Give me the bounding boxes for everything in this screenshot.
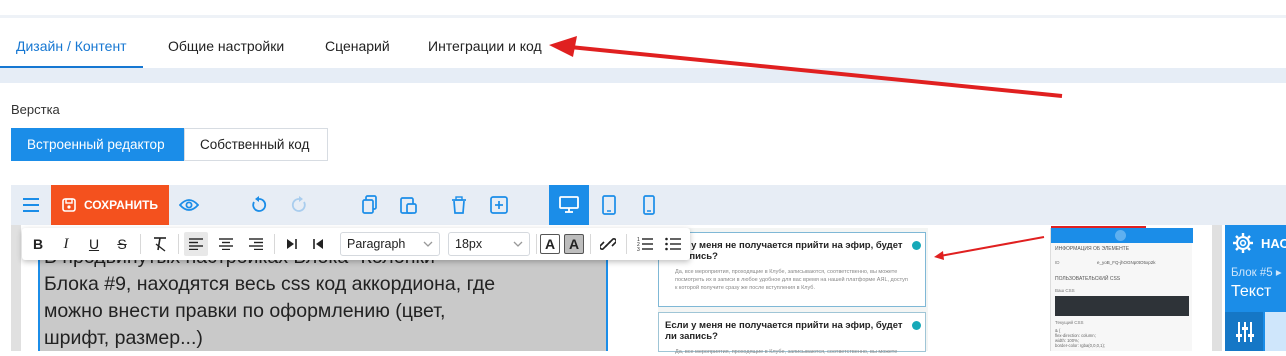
annotation-arrow [549, 36, 1063, 98]
